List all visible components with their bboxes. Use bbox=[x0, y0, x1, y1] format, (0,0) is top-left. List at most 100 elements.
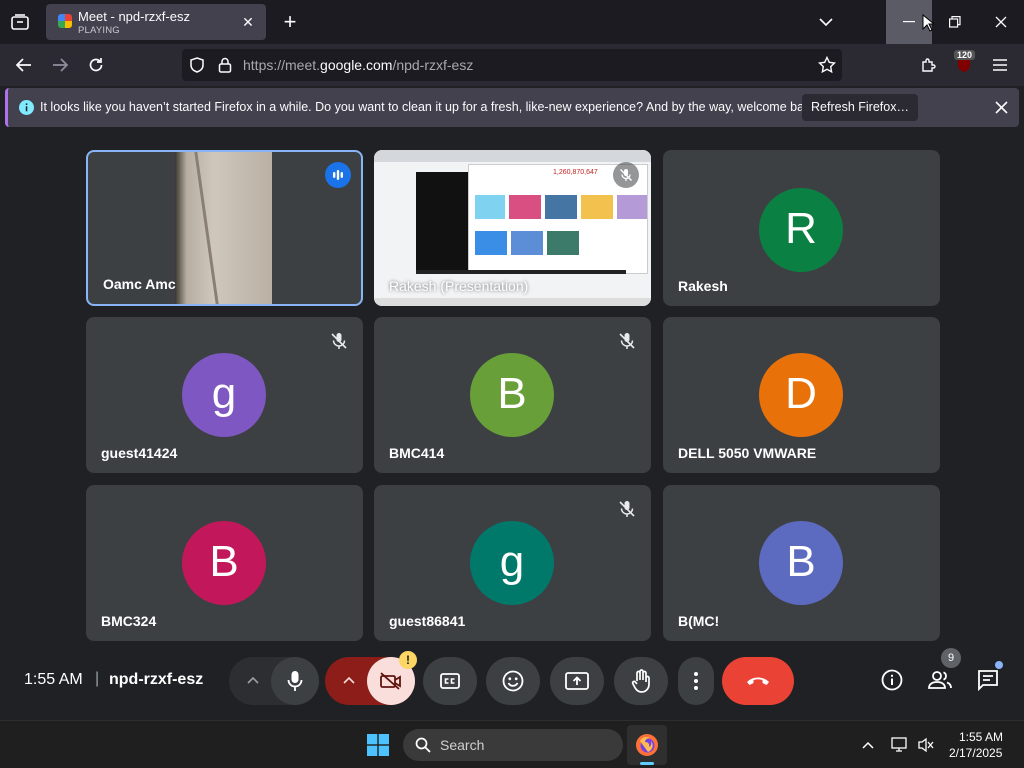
participant-tile[interactable]: Oamc Amc bbox=[86, 150, 363, 306]
more-options-button[interactable] bbox=[678, 657, 714, 705]
video-edge-line bbox=[194, 152, 219, 304]
taskbar-clock-time[interactable]: 1:55 AM bbox=[959, 730, 1003, 744]
shared-screen-text: 1,260,870,647 bbox=[553, 169, 598, 176]
tracking-protection-shield-icon[interactable] bbox=[190, 57, 204, 73]
volume-button[interactable] bbox=[916, 733, 936, 757]
close-notification-icon[interactable] bbox=[995, 101, 1008, 114]
minimize-icon bbox=[903, 21, 915, 23]
forward-arrow-icon bbox=[53, 58, 68, 72]
tab-title: Meet - npd-rzxf-esz bbox=[78, 9, 190, 24]
forward-button[interactable] bbox=[48, 53, 72, 77]
new-tab-button[interactable]: + bbox=[278, 9, 302, 34]
participant-name: guest86841 bbox=[389, 613, 466, 629]
end-call-icon bbox=[747, 677, 769, 685]
chevron-up-icon bbox=[247, 676, 259, 684]
chat-icon bbox=[978, 670, 998, 691]
captions-button[interactable] bbox=[423, 657, 477, 705]
microphone-icon bbox=[287, 671, 303, 691]
firefox-view-button[interactable] bbox=[8, 10, 32, 34]
close-window-button[interactable] bbox=[978, 0, 1024, 44]
leave-call-button[interactable] bbox=[722, 657, 794, 705]
bookmark-star-icon[interactable] bbox=[818, 56, 836, 74]
people-icon bbox=[928, 671, 952, 689]
list-tabs-button[interactable] bbox=[814, 10, 838, 34]
ublock-extension-button[interactable]: 120 bbox=[952, 50, 976, 77]
search-icon bbox=[415, 737, 431, 753]
participant-name: guest41424 bbox=[101, 445, 178, 461]
participant-avatar: B bbox=[759, 521, 843, 605]
volume-muted-icon bbox=[918, 737, 934, 753]
reload-button[interactable] bbox=[84, 53, 108, 77]
participant-tile[interactable]: g guest41424 bbox=[86, 317, 363, 473]
info-outline-icon bbox=[881, 669, 903, 691]
participant-avatar: g bbox=[182, 353, 266, 437]
firefox-view-icon bbox=[11, 14, 29, 30]
participant-avatar: R bbox=[759, 188, 843, 272]
microphone-button[interactable] bbox=[271, 657, 319, 705]
video-options-button[interactable]: ! bbox=[325, 651, 417, 705]
extension-badge: 120 bbox=[954, 50, 976, 60]
people-button[interactable]: 9 bbox=[922, 648, 961, 698]
presentation-name: Rakesh (Presentation) bbox=[389, 278, 529, 294]
meet-favicon-icon bbox=[58, 14, 72, 28]
meeting-code: npd-rzxf-esz bbox=[109, 671, 204, 688]
chevron-down-icon bbox=[819, 18, 833, 27]
presentation-tile[interactable]: 1,260,870,647 Rakesh (Presentation) bbox=[374, 150, 651, 306]
chat-unread-dot bbox=[995, 661, 1003, 669]
extensions-button[interactable] bbox=[916, 53, 940, 77]
url-prefix: https://meet. bbox=[243, 57, 321, 73]
participant-name: Oamc Amc bbox=[103, 276, 176, 292]
app-menu-button[interactable] bbox=[988, 53, 1012, 77]
refresh-firefox-button[interactable]: Refresh Firefox… bbox=[802, 94, 918, 121]
participant-name: Rakesh bbox=[678, 278, 728, 294]
participant-avatar: g bbox=[470, 521, 554, 605]
tab-close-icon[interactable]: ✕ bbox=[238, 12, 258, 32]
firefox-taskbar-button[interactable] bbox=[627, 725, 667, 765]
participant-tile[interactable]: B BMC324 bbox=[86, 485, 363, 641]
camera-off-icon bbox=[380, 672, 401, 690]
meeting-time: 1:55 AM bbox=[24, 671, 83, 688]
emoji-icon bbox=[502, 670, 524, 692]
participant-tile[interactable]: g guest86841 bbox=[374, 485, 651, 641]
windows-logo-icon bbox=[367, 734, 389, 756]
audio-options-button[interactable] bbox=[229, 657, 319, 705]
taskbar-clock-date[interactable]: 2/17/2025 bbox=[949, 746, 1002, 760]
raise-hand-button[interactable] bbox=[614, 657, 668, 705]
windows-taskbar: Search 1:55 AM 2/17/2025 bbox=[0, 720, 1024, 768]
hamburger-menu-icon bbox=[993, 59, 1007, 71]
participant-name: BMC414 bbox=[389, 445, 445, 461]
start-button[interactable] bbox=[364, 731, 392, 759]
network-button[interactable] bbox=[890, 733, 910, 757]
footer-separator: | bbox=[95, 670, 100, 687]
url-path: /npd-rzxf-esz bbox=[392, 57, 474, 73]
hand-icon bbox=[631, 669, 650, 693]
taskbar-search-box[interactable]: Search bbox=[403, 729, 623, 761]
notification-message: It looks like you haven’t started Firefo… bbox=[40, 100, 821, 114]
show-hidden-icons-button[interactable] bbox=[858, 733, 878, 757]
restore-window-button[interactable] bbox=[932, 0, 978, 44]
participant-avatar: B bbox=[182, 521, 266, 605]
url-bar[interactable]: https://meet.google.com/npd-rzxf-esz bbox=[182, 49, 842, 81]
participant-tile[interactable]: B BMC414 bbox=[374, 317, 651, 473]
navigation-toolbar: https://meet.google.com/npd-rzxf-esz 120 bbox=[0, 44, 1024, 86]
mic-off-icon bbox=[619, 333, 635, 349]
info-icon bbox=[19, 100, 34, 115]
back-button[interactable] bbox=[12, 53, 36, 77]
plus-icon: + bbox=[283, 9, 297, 34]
participant-tile[interactable]: B B(MC! bbox=[663, 485, 940, 641]
chat-button[interactable] bbox=[970, 661, 1006, 698]
mic-muted-indicator bbox=[613, 162, 639, 188]
participant-tile[interactable]: D DELL 5050 VMWARE bbox=[663, 317, 940, 473]
participant-tile[interactable]: R Rakesh bbox=[663, 150, 940, 306]
lock-icon[interactable] bbox=[218, 57, 232, 73]
meeting-details-button[interactable] bbox=[874, 662, 910, 698]
present-screen-icon bbox=[565, 672, 589, 690]
reactions-button[interactable] bbox=[486, 657, 540, 705]
tab-strip: Meet - npd-rzxf-esz PLAYING ✕ + bbox=[0, 0, 1024, 44]
browser-tab[interactable]: Meet - npd-rzxf-esz PLAYING ✕ bbox=[46, 4, 266, 40]
restore-icon bbox=[949, 16, 961, 28]
present-screen-button[interactable] bbox=[550, 657, 604, 705]
mouse-cursor-icon bbox=[922, 14, 934, 32]
audio-bars-icon bbox=[333, 170, 343, 180]
mic-off-icon bbox=[620, 169, 632, 181]
